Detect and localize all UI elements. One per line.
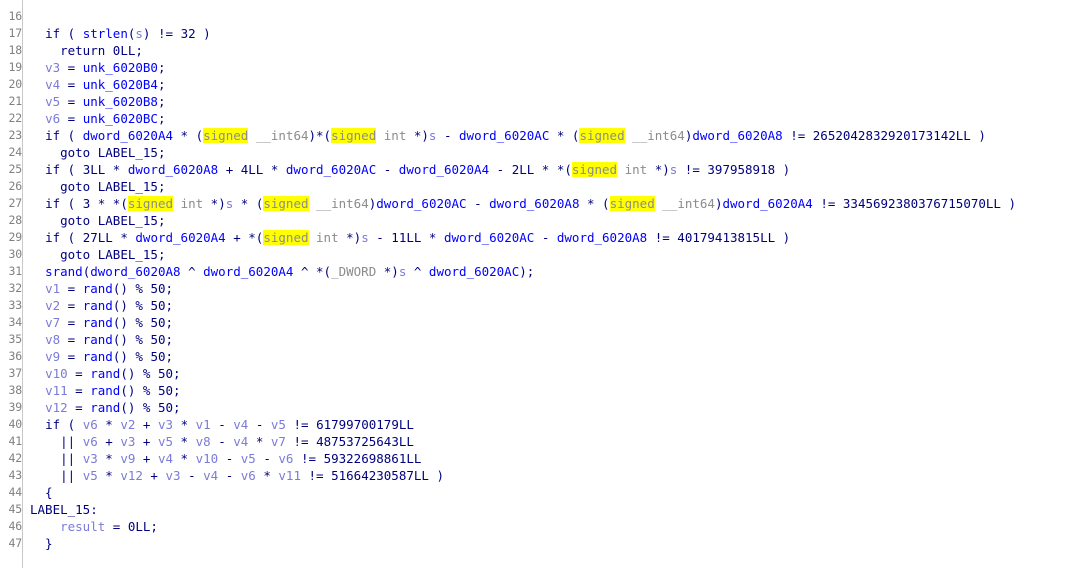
line-number: 47 xyxy=(8,536,23,550)
line-number: 39 xyxy=(8,400,23,414)
line-number: 43 xyxy=(8,468,23,482)
code-text[interactable]: v9 = rand() % 50; xyxy=(22,348,173,365)
line-number: 25 xyxy=(8,162,23,176)
code-text[interactable]: if ( 3LL * dword_6020A8 + 4LL * dword_60… xyxy=(22,161,790,178)
code-text[interactable]: if ( 3 * *(signed int *)s * (signed __in… xyxy=(22,195,1016,212)
code-text[interactable]: v7 = rand() % 50; xyxy=(22,314,173,331)
code-line[interactable]: 30 goto LABEL_15; xyxy=(0,246,1080,263)
code-line[interactable]: 19 v3 = unk_6020B0; xyxy=(0,59,1080,76)
code-line[interactable]: 34 v7 = rand() % 50; xyxy=(0,314,1080,331)
code-text[interactable]: goto LABEL_15; xyxy=(22,178,165,195)
line-number: 38 xyxy=(8,383,23,397)
code-text[interactable]: goto LABEL_15; xyxy=(22,246,165,263)
code-line[interactable]: 41 || v6 + v3 + v5 * v8 - v4 * v7 != 487… xyxy=(0,433,1080,450)
code-text[interactable]: v5 = unk_6020B8; xyxy=(22,93,165,110)
code-text[interactable]: if ( dword_6020A4 * (signed __int64)*(si… xyxy=(22,127,986,144)
line-number: 19 xyxy=(8,60,23,74)
line-number: 41 xyxy=(8,434,23,448)
line-number: 45 xyxy=(8,502,23,516)
line-number: 33 xyxy=(8,298,23,312)
line-number: 31 xyxy=(8,264,23,278)
line-number: 36 xyxy=(8,349,23,363)
line-number: 18 xyxy=(8,43,23,57)
code-text[interactable]: goto LABEL_15; xyxy=(22,212,165,229)
code-text[interactable]: v11 = rand() % 50; xyxy=(22,382,181,399)
code-text[interactable]: goto LABEL_15; xyxy=(22,144,165,161)
code-text[interactable]: LABEL_15: xyxy=(22,501,98,518)
line-number: 21 xyxy=(8,94,23,108)
code-line[interactable]: 46 result = 0LL; xyxy=(0,518,1080,535)
code-line[interactable]: 43 || v5 * v12 + v3 - v4 - v6 * v11 != 5… xyxy=(0,467,1080,484)
code-text[interactable]: if ( strlen(s) != 32 ) xyxy=(22,25,211,42)
code-text[interactable]: v10 = rand() % 50; xyxy=(22,365,181,382)
line-number: 44 xyxy=(8,485,23,499)
code-line[interactable]: 44 { xyxy=(0,484,1080,501)
code-line[interactable]: 39 v12 = rand() % 50; xyxy=(0,399,1080,416)
line-number: 16 xyxy=(8,9,23,23)
line-number: 28 xyxy=(8,213,23,227)
code-line[interactable]: 45 LABEL_15: xyxy=(0,501,1080,518)
code-line-list[interactable]: 16 17 if ( strlen(s) != 32 ) 18 return 0LL… xyxy=(0,0,1080,552)
line-number: 24 xyxy=(8,145,23,159)
line-number: 35 xyxy=(8,332,23,346)
code-line[interactable]: 27 if ( 3 * *(signed int *)s * (signed _… xyxy=(0,195,1080,212)
line-number: 34 xyxy=(8,315,23,329)
code-line[interactable]: 21 v5 = unk_6020B8; xyxy=(0,93,1080,110)
line-number: 30 xyxy=(8,247,23,261)
code-text[interactable]: srand(dword_6020A8 ^ dword_6020A4 ^ *(_D… xyxy=(22,263,534,280)
code-line[interactable]: 28 goto LABEL_15; xyxy=(0,212,1080,229)
line-number: 20 xyxy=(8,77,23,91)
line-number: 42 xyxy=(8,451,23,465)
code-line[interactable]: 22 v6 = unk_6020BC; xyxy=(0,110,1080,127)
code-text[interactable]: result = 0LL; xyxy=(22,518,158,535)
code-text[interactable]: if ( v6 * v2 + v3 * v1 - v4 - v5 != 6179… xyxy=(22,416,414,433)
code-line[interactable]: 32 v1 = rand() % 50; xyxy=(0,280,1080,297)
code-text[interactable]: v6 = unk_6020BC; xyxy=(22,110,165,127)
code-line[interactable]: 38 v11 = rand() % 50; xyxy=(0,382,1080,399)
code-line[interactable]: 17 if ( strlen(s) != 32 ) xyxy=(0,25,1080,42)
code-line[interactable]: 26 goto LABEL_15; xyxy=(0,178,1080,195)
code-text[interactable]: v4 = unk_6020B4; xyxy=(22,76,165,93)
line-number: 40 xyxy=(8,417,23,431)
code-text[interactable]: || v5 * v12 + v3 - v4 - v6 * v11 != 5166… xyxy=(22,467,444,484)
line-number: 27 xyxy=(8,196,23,210)
code-text[interactable]: v2 = rand() % 50; xyxy=(22,297,173,314)
code-text[interactable]: || v6 + v3 + v5 * v8 - v4 * v7 != 487537… xyxy=(22,433,414,450)
code-line[interactable]: 29 if ( 27LL * dword_6020A4 + *(signed i… xyxy=(0,229,1080,246)
code-text[interactable]: v1 = rand() % 50; xyxy=(22,280,173,297)
line-number: 29 xyxy=(8,230,23,244)
code-text[interactable]: { xyxy=(22,484,53,501)
code-line[interactable]: 20 v4 = unk_6020B4; xyxy=(0,76,1080,93)
line-number: 22 xyxy=(8,111,23,125)
code-text[interactable]: v8 = rand() % 50; xyxy=(22,331,173,348)
code-line[interactable]: 23 if ( dword_6020A4 * (signed __int64)*… xyxy=(0,127,1080,144)
code-line[interactable]: 42 || v3 * v9 + v4 * v10 - v5 - v6 != 59… xyxy=(0,450,1080,467)
line-number: 17 xyxy=(8,26,23,40)
code-line[interactable]: 36 v9 = rand() % 50; xyxy=(0,348,1080,365)
line-number: 26 xyxy=(8,179,23,193)
code-line[interactable]: 18 return 0LL; xyxy=(0,42,1080,59)
code-line[interactable]: 31 srand(dword_6020A8 ^ dword_6020A4 ^ *… xyxy=(0,263,1080,280)
line-number: 23 xyxy=(8,128,23,142)
code-text[interactable]: return 0LL; xyxy=(22,42,143,59)
code-line[interactable]: 47 } xyxy=(0,535,1080,552)
code-line[interactable]: 35 v8 = rand() % 50; xyxy=(0,331,1080,348)
code-line[interactable]: 33 v2 = rand() % 50; xyxy=(0,297,1080,314)
code-line[interactable]: 16 xyxy=(0,8,1080,25)
code-line[interactable]: 40 if ( v6 * v2 + v3 * v1 - v4 - v5 != 6… xyxy=(0,416,1080,433)
code-text[interactable]: v3 = unk_6020B0; xyxy=(22,59,165,76)
pseudocode-view[interactable]: 16 17 if ( strlen(s) != 32 ) 18 return 0LL… xyxy=(0,0,1080,568)
code-line[interactable]: 25 if ( 3LL * dword_6020A8 + 4LL * dword… xyxy=(0,161,1080,178)
code-text[interactable]: v12 = rand() % 50; xyxy=(22,399,181,416)
code-line[interactable]: 24 goto LABEL_15; xyxy=(0,144,1080,161)
line-number: 46 xyxy=(8,519,23,533)
line-number: 32 xyxy=(8,281,23,295)
code-text[interactable]: || v3 * v9 + v4 * v10 - v5 - v6 != 59322… xyxy=(22,450,421,467)
code-line[interactable]: 37 v10 = rand() % 50; xyxy=(0,365,1080,382)
line-number: 37 xyxy=(8,366,23,380)
code-text[interactable]: } xyxy=(22,535,53,552)
code-text[interactable]: if ( 27LL * dword_6020A4 + *(signed int … xyxy=(22,229,790,246)
code-line[interactable] xyxy=(0,0,1080,8)
